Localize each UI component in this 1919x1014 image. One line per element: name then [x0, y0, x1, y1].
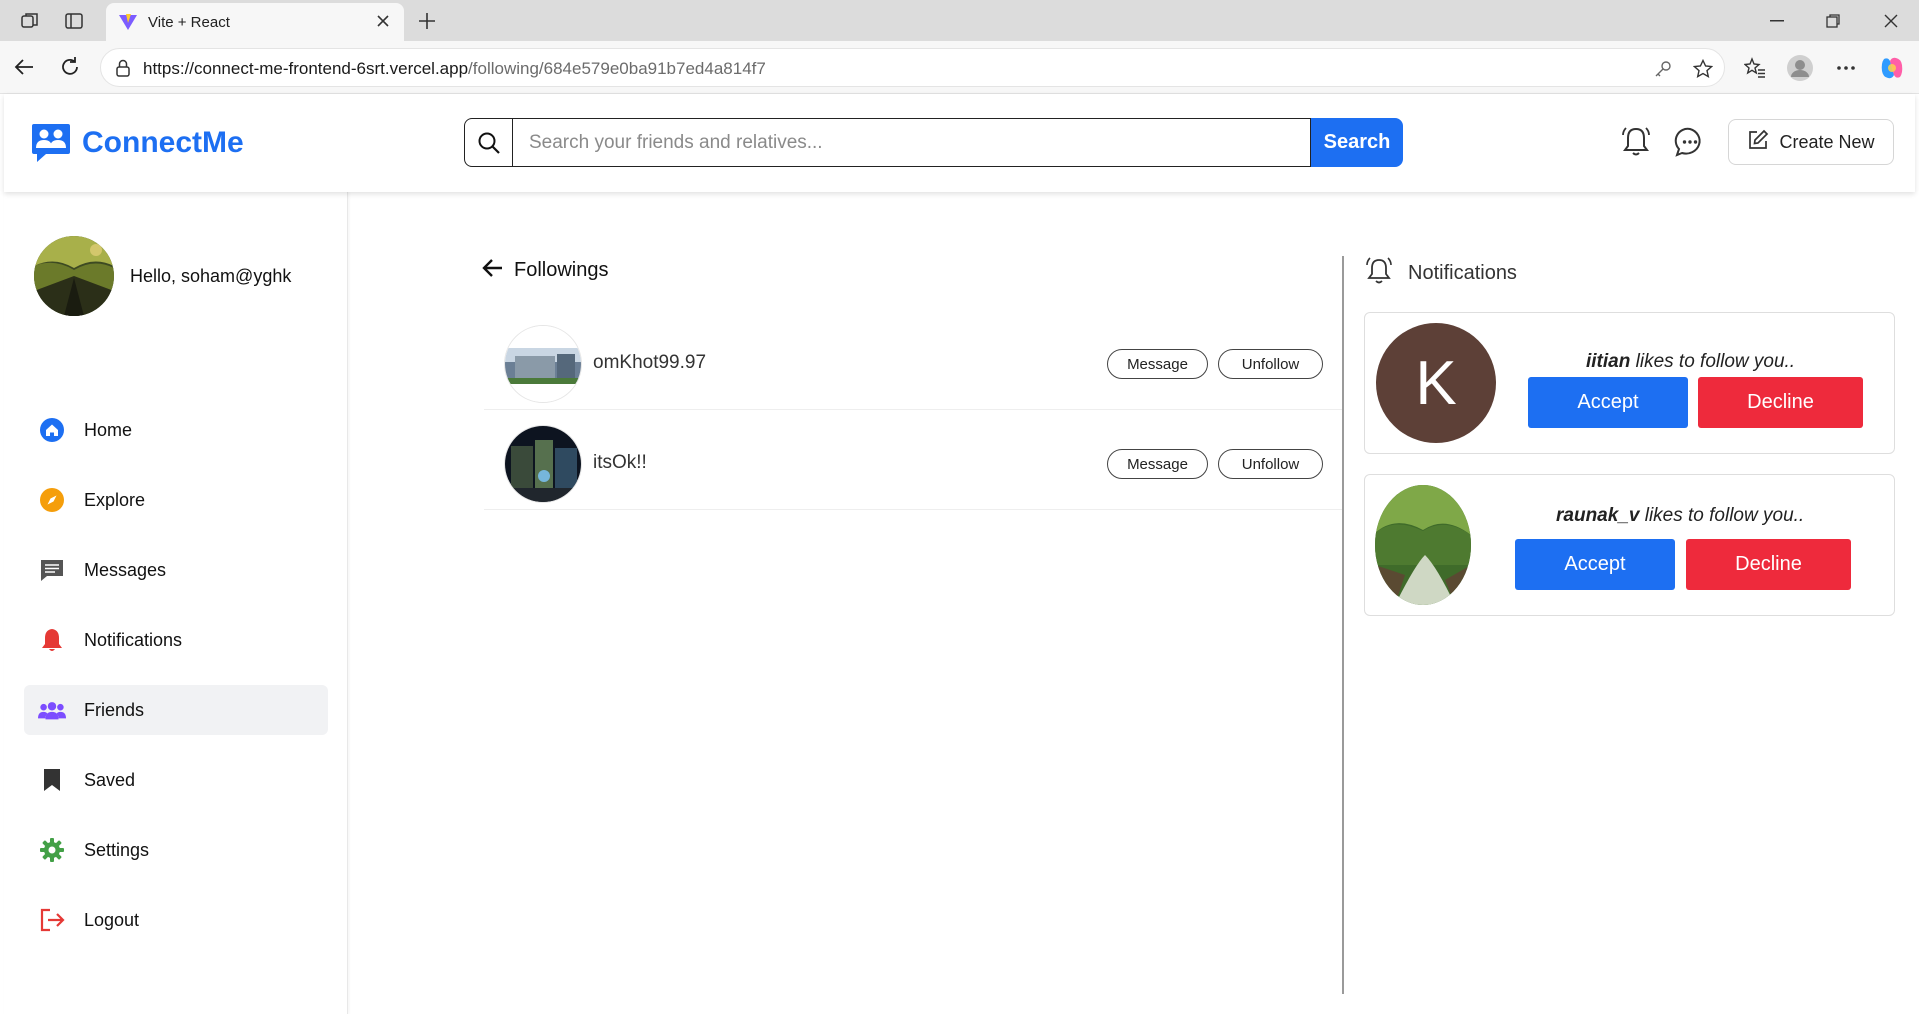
follow-request-card: raunak_v likes to follow you.. Accept De… — [1364, 474, 1895, 616]
app-header: ConnectMe Search Create New — [4, 94, 1915, 192]
sidebar-item-settings[interactable]: Settings — [24, 825, 328, 875]
browser-tabbar: Vite + React — [0, 0, 1919, 41]
sidebar-item-label: Notifications — [84, 629, 183, 650]
close-window-icon[interactable] — [1866, 6, 1916, 36]
home-icon — [38, 416, 66, 444]
sidebar-item-label: Saved — [84, 769, 136, 790]
create-new-label: Create New — [1779, 131, 1875, 152]
greeting: Hello, soham@yghk — [130, 265, 292, 286]
followings-header: Followings — [482, 258, 608, 283]
tab-actions-icon[interactable] — [62, 9, 86, 33]
favorite-star-icon[interactable] — [1691, 57, 1715, 81]
search-input[interactable] — [513, 118, 1311, 167]
compass-icon — [38, 486, 66, 514]
list-item: omKhot99.97 Message Unfollow — [484, 310, 1342, 410]
accept-button[interactable]: Accept — [1515, 539, 1675, 590]
edit-icon — [1747, 129, 1769, 156]
copilot-icon[interactable] — [1877, 53, 1907, 83]
key-icon[interactable] — [1651, 57, 1675, 81]
sidebar-item-label: Settings — [84, 839, 150, 860]
notifications-header: Notifications — [1364, 256, 1517, 291]
brand[interactable]: ConnectMe — [30, 122, 244, 164]
create-new-button[interactable]: Create New — [1728, 119, 1894, 165]
address-bar[interactable]: https://connect-me-frontend-6srt.vercel.… — [100, 48, 1725, 87]
sidebar: Hello, soham@yghk Home Explore Messages … — [4, 192, 348, 1014]
profile-icon[interactable] — [1785, 53, 1815, 83]
site-info-icon[interactable] — [115, 59, 131, 82]
request-message: iitian likes to follow you.. — [1586, 351, 1796, 372]
user-profile[interactable]: Hello, soham@yghk — [34, 236, 291, 316]
favorites-icon[interactable] — [1740, 53, 1770, 83]
sidebar-item-label: Home — [84, 419, 133, 440]
unfollow-button[interactable]: Unfollow — [1218, 349, 1323, 379]
workspaces-icon[interactable] — [18, 9, 42, 33]
sidebar-item-notifications[interactable]: Notifications — [24, 615, 328, 665]
notifications-bell-icon[interactable] — [1616, 122, 1656, 162]
sidebar-item-saved[interactable]: Saved — [24, 755, 328, 805]
back-icon[interactable] — [10, 53, 38, 81]
decline-button[interactable]: Decline — [1698, 377, 1863, 428]
message-icon — [38, 556, 66, 584]
bell-icon — [38, 626, 66, 654]
sidebar-item-label: Explore — [84, 489, 146, 510]
avatar[interactable] — [1375, 485, 1471, 605]
bell-outline-icon — [1364, 256, 1394, 291]
browser-toolbar: https://connect-me-frontend-6srt.vercel.… — [0, 41, 1919, 94]
logout-icon — [38, 906, 66, 934]
username[interactable]: omKhot99.97 — [593, 352, 706, 374]
browser-tab[interactable]: Vite + React — [106, 3, 404, 41]
divider — [1342, 256, 1344, 994]
decline-button[interactable]: Decline — [1686, 539, 1851, 590]
sidebar-menu: Home Explore Messages Notifications Frie… — [24, 405, 328, 965]
refresh-icon[interactable] — [56, 53, 84, 81]
accept-button[interactable]: Accept — [1528, 377, 1688, 428]
follow-request-card: K iitian likes to follow you.. Accept De… — [1364, 312, 1895, 454]
notifications-title: Notifications — [1408, 262, 1517, 284]
vite-icon — [118, 12, 138, 37]
avatar[interactable] — [504, 425, 582, 503]
avatar[interactable]: K — [1376, 323, 1496, 443]
search-button[interactable]: Search — [1311, 118, 1403, 167]
url-text: https://connect-me-frontend-6srt.vercel.… — [143, 59, 766, 78]
bookmark-icon — [38, 766, 66, 794]
page-title: Followings — [514, 259, 609, 281]
avatar[interactable] — [504, 325, 582, 403]
restore-icon[interactable] — [1808, 6, 1858, 36]
sidebar-item-label: Friends — [84, 699, 145, 720]
sidebar-item-explore[interactable]: Explore — [24, 475, 328, 525]
avatar — [34, 236, 114, 316]
sidebar-item-home[interactable]: Home — [24, 405, 328, 455]
users-icon — [38, 696, 66, 724]
tab-title: Vite + React — [148, 14, 230, 31]
username[interactable]: itsOk!! — [593, 452, 647, 474]
sidebar-item-friends[interactable]: Friends — [24, 685, 328, 735]
gear-icon — [38, 836, 66, 864]
more-options-icon[interactable] — [1831, 53, 1861, 83]
chat-icon[interactable] — [1670, 122, 1710, 162]
minimize-icon[interactable] — [1752, 6, 1802, 36]
sidebar-item-label: Messages — [84, 559, 167, 580]
avatar-letter: K — [1376, 323, 1496, 443]
list-item: itsOk!! Message Unfollow — [484, 410, 1342, 510]
search-bar: Search — [464, 118, 1403, 167]
search-icon[interactable] — [464, 118, 513, 167]
new-tab-icon[interactable] — [414, 8, 440, 34]
sidebar-item-label: Logout — [84, 909, 140, 930]
request-message: raunak_v likes to follow you.. — [1556, 505, 1805, 526]
sidebar-item-messages[interactable]: Messages — [24, 545, 328, 595]
sidebar-item-logout[interactable]: Logout — [24, 895, 328, 945]
message-button[interactable]: Message — [1107, 449, 1208, 479]
brand-name: ConnectMe — [82, 126, 244, 159]
close-tab-icon[interactable] — [372, 10, 394, 32]
message-button[interactable]: Message — [1107, 349, 1208, 379]
back-arrow-icon[interactable] — [482, 258, 504, 283]
logo-icon — [30, 122, 72, 164]
unfollow-button[interactable]: Unfollow — [1218, 449, 1323, 479]
